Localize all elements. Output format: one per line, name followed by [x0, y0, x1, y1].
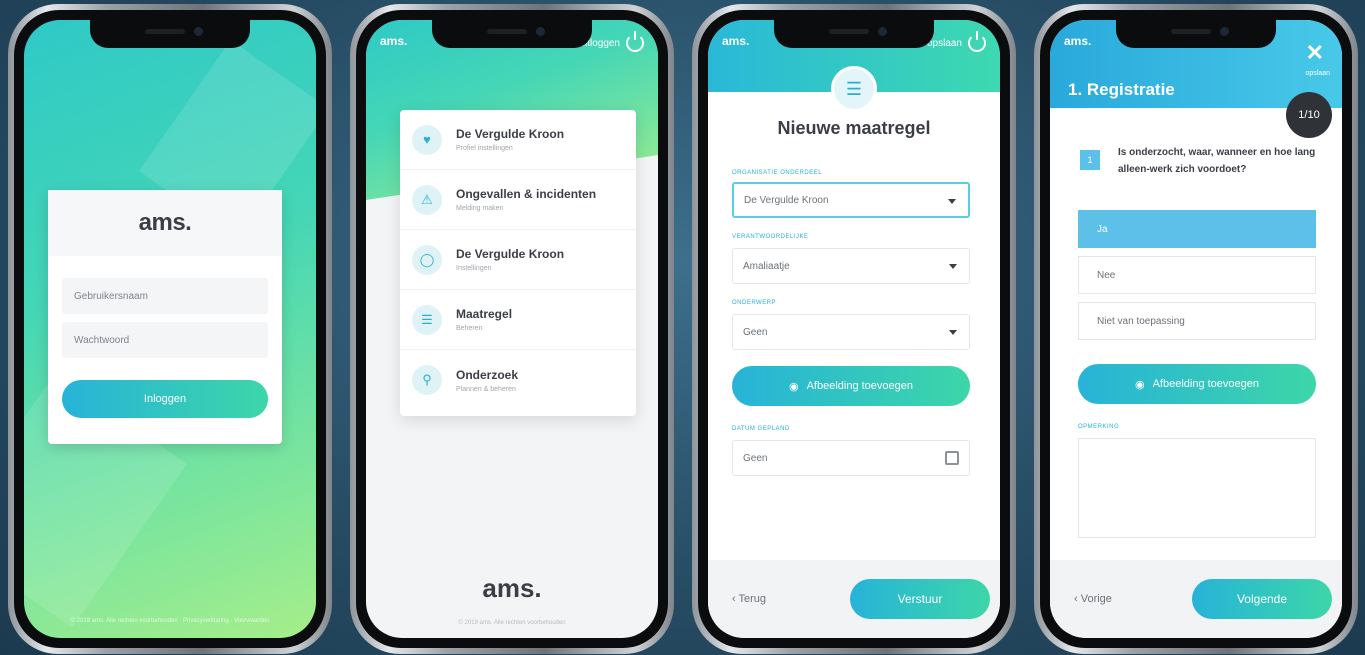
- field-label: ONDERWERP: [732, 300, 777, 306]
- password-input[interactable]: Wachtwoord: [62, 322, 268, 358]
- phone-bezel: ams. opslaan ☰ Nieuwe maatregel ORGANISA…: [698, 10, 1010, 648]
- calendar-icon[interactable]: [945, 451, 959, 465]
- menu-item-title: Maatregel: [456, 307, 513, 321]
- question-number: 1: [1080, 150, 1100, 170]
- phone-bezel: ams. Gebruikersnaam Wachtwoord Inloggen …: [14, 10, 326, 648]
- select-value: De Vergulde Kroon: [744, 194, 829, 206]
- question-counter: 1/10: [1286, 92, 1332, 138]
- login-button[interactable]: Inloggen: [62, 380, 268, 418]
- camera-icon: ◉: [788, 380, 799, 393]
- phone-form: ams. opslaan ☰ Nieuwe maatregel ORGANISA…: [692, 4, 1016, 654]
- form-screen: ams. opslaan ☰ Nieuwe maatregel ORGANISA…: [708, 20, 1000, 638]
- bottom-logo: ams.: [482, 573, 542, 603]
- phone-notch: [90, 20, 250, 48]
- menu-item-onderzoek[interactable]: ⚲ Onderzoek Plannen & beheren: [400, 350, 636, 410]
- menu-item-subtitle: Beheren: [456, 325, 483, 332]
- app-logo: ams.: [48, 190, 282, 256]
- field-label: ORGANISATIE ONDERDEEL: [732, 170, 823, 176]
- camera-icon: ◉: [1134, 378, 1145, 391]
- chevron-down-icon: [948, 199, 956, 204]
- menu-item-title: De Vergulde Kroon: [456, 247, 565, 261]
- phone-menu: ams. uitloggen ♥ De Vergulde Kroon Profie…: [350, 4, 674, 654]
- brand-logo: ams.: [722, 34, 750, 48]
- phone-notch: [774, 20, 934, 48]
- power-icon[interactable]: [968, 31, 986, 52]
- phone-notch: [1116, 20, 1276, 48]
- button-label: Afbeelding toevoegen: [806, 380, 914, 392]
- phone-login: ams. Gebruikersnaam Wachtwoord Inloggen …: [8, 4, 332, 654]
- menu-footer: © 2019 ams. Alle rechten voorbehouden: [458, 620, 566, 626]
- username-input[interactable]: Gebruikersnaam: [62, 278, 268, 314]
- menu-item-incidents[interactable]: ⚠ Ongevallen & incidenten Melding maken: [400, 170, 636, 230]
- login-card: ams. Gebruikersnaam Wachtwoord Inloggen: [48, 190, 282, 444]
- survey-bottom-bar: ‹ Vorige Volgende: [1050, 560, 1342, 638]
- search-icon: ⚲: [412, 365, 442, 395]
- save-label[interactable]: opslaan: [1305, 70, 1330, 77]
- login-footer: © 2019 ams. Alle rechten voorbehouden · …: [70, 618, 270, 624]
- add-image-button[interactable]: ◉ Afbeelding toevoegen: [1078, 364, 1316, 404]
- previous-button[interactable]: ‹ Vorige: [1074, 593, 1112, 605]
- warning-icon: ⚠: [412, 184, 442, 215]
- menu-screen: ams. uitloggen ♥ De Vergulde Kroon Profie…: [366, 20, 658, 638]
- phone-notch: [432, 20, 592, 48]
- question-text: Is onderzocht, waar, wanneer en hoe lang…: [1118, 147, 1316, 175]
- page-title: 1. Registratie: [1068, 80, 1175, 99]
- select-value: Amaliaatje: [743, 260, 790, 272]
- form-bottom-bar: ‹ Terug Verstuur: [708, 560, 1000, 638]
- next-button[interactable]: Volgende: [1192, 579, 1332, 619]
- field-label: DATUM GEPLAND: [732, 426, 790, 432]
- menu-item-profile[interactable]: ♥ De Vergulde Kroon Profiel instellingen: [400, 110, 636, 170]
- menu-item-settings[interactable]: ◯ De Vergulde Kroon Instellingen: [400, 230, 636, 290]
- phone-bezel: ams. ✕ opslaan 1. Registratie 1/10 1 Is …: [1040, 10, 1352, 648]
- date-value: Geen: [743, 452, 768, 464]
- select-value: Geen: [743, 326, 768, 338]
- menu-item-subtitle: Profiel instellingen: [456, 145, 513, 152]
- close-icon[interactable]: ✕: [1306, 40, 1324, 66]
- menu-item-title: Onderzoek: [456, 367, 519, 382]
- chat-icon: ◯: [412, 244, 442, 275]
- menu-item-subtitle: Melding maken: [456, 205, 504, 212]
- menu-card: ♥ De Vergulde Kroon Profiel instellingen …: [400, 110, 636, 416]
- menu-item-title: Ongevallen & incidenten: [456, 187, 597, 201]
- date-input[interactable]: Geen: [732, 440, 970, 476]
- phone-survey: ams. ✕ opslaan 1. Registratie 1/10 1 Is …: [1034, 4, 1358, 654]
- chevron-down-icon: [949, 330, 957, 335]
- chevron-down-icon: [949, 264, 957, 269]
- power-icon[interactable]: [626, 31, 644, 52]
- list-icon: ☰: [831, 66, 877, 112]
- page-title: Nieuwe maatregel: [777, 118, 931, 138]
- remark-textarea[interactable]: [1078, 438, 1316, 538]
- menu-item-subtitle: Instellingen: [456, 265, 492, 272]
- answer-option-yes[interactable]: Ja: [1078, 210, 1316, 248]
- menu-item-subtitle: Plannen & beheren: [456, 385, 516, 393]
- list-icon: ☰: [412, 304, 442, 335]
- menu-item-title: De Vergulde Kroon: [456, 127, 565, 141]
- brand-logo: ams.: [380, 34, 408, 48]
- phone-bezel: ams. uitloggen ♥ De Vergulde Kroon Profie…: [356, 10, 668, 648]
- menu-item-maatregel[interactable]: ☰ Maatregel Beheren: [400, 290, 636, 350]
- subject-select[interactable]: Geen: [732, 314, 970, 350]
- field-label: VERANTWOORDELIJKE: [732, 234, 809, 240]
- field-label: OPMERKING: [1078, 424, 1120, 430]
- login-screen: ams. Gebruikersnaam Wachtwoord Inloggen …: [24, 20, 316, 638]
- save-link[interactable]: opslaan: [927, 38, 962, 49]
- button-label: Afbeelding toevoegen: [1152, 378, 1260, 390]
- back-button[interactable]: ‹ Terug: [732, 593, 766, 605]
- responsible-select[interactable]: Amaliaatje: [732, 248, 970, 284]
- brand-logo: ams.: [1064, 34, 1092, 48]
- organisation-select[interactable]: De Vergulde Kroon: [732, 182, 970, 218]
- submit-button[interactable]: Verstuur: [850, 579, 990, 619]
- shield-icon: ♥: [412, 124, 442, 155]
- answer-option-no[interactable]: Nee: [1078, 256, 1316, 294]
- add-image-button[interactable]: ◉ Afbeelding toevoegen: [732, 366, 970, 406]
- answer-option-na[interactable]: Niet van toepassing: [1078, 302, 1316, 340]
- survey-screen: ams. ✕ opslaan 1. Registratie 1/10 1 Is …: [1050, 20, 1342, 638]
